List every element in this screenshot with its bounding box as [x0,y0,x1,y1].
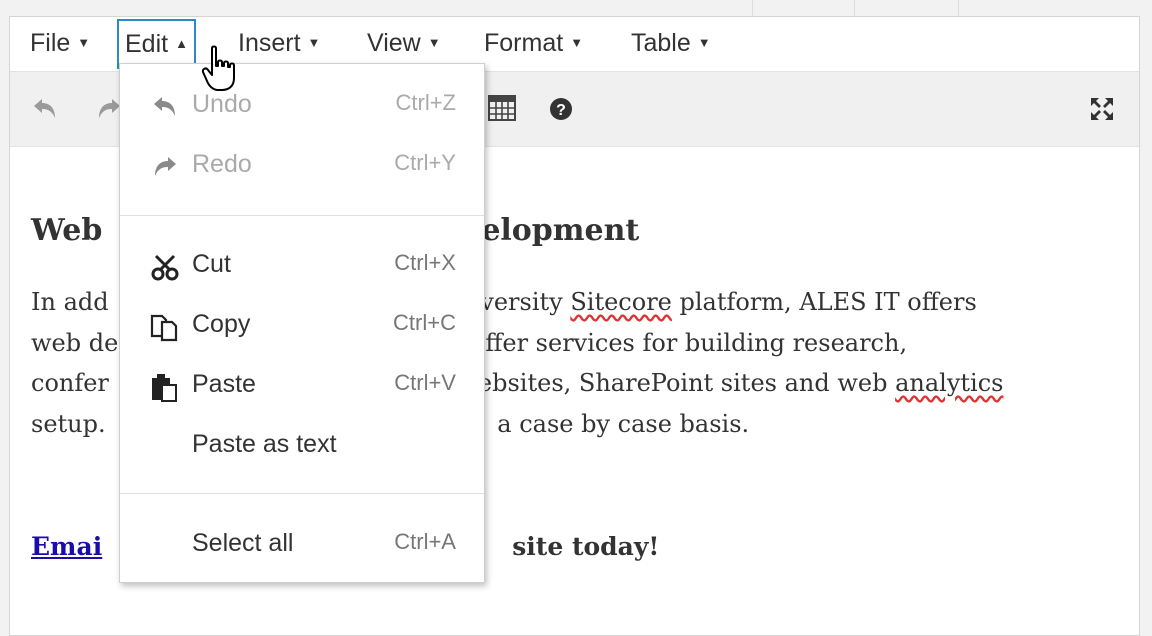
menu-item-shortcut: Ctrl+C [393,310,456,335]
para-text: In add [31,288,109,316]
menu-view-label: View [367,29,421,57]
svg-text:?: ? [556,102,566,119]
menu-item-label: Cut [192,250,231,278]
menu-item-label: Redo [192,150,252,178]
chevron-down-icon: ▼ [427,35,441,51]
copy-icon [148,310,182,344]
undo-icon [148,90,182,124]
para-text: iversity [472,288,571,316]
tab-divider [958,0,959,17]
chevron-down-icon: ▼ [307,35,321,51]
spellcheck-word[interactable]: Sitecore [570,288,672,316]
fullscreen-icon[interactable] [1085,92,1119,126]
scissors-icon [148,250,182,284]
redo-icon [148,150,182,184]
menu-item-shortcut: Ctrl+X [394,250,456,275]
para-text: confer [31,369,109,397]
menu-item-label: Paste [192,370,256,398]
menu-file-label: File [30,29,71,57]
menu-item-redo[interactable]: Redo Ctrl+Y [120,138,484,196]
menu-table[interactable]: Table ▼ [625,19,717,67]
para-text: setup. [31,409,106,438]
cta-text: site today! [512,532,660,561]
menu-item-shortcut: Ctrl+A [394,529,456,554]
heading-left: Web [31,213,103,248]
paste-icon [148,370,182,404]
edit-menu-dropdown: Undo Ctrl+Z Redo Ctrl+Y Cut Ctrl+X Copy … [119,63,485,583]
menu-insert[interactable]: Insert ▼ [232,19,326,67]
browser-tab-strip [0,0,1152,17]
menu-item-cut[interactable]: Cut Ctrl+X [120,238,484,296]
menu-format[interactable]: Format ▼ [478,19,589,67]
para-text: web de [31,328,119,357]
menu-item-paste-as-text[interactable]: Paste as text [120,418,484,476]
menu-edit[interactable]: Edit ▲ [117,19,196,69]
email-link[interactable]: Emai [31,532,102,561]
menu-table-label: Table [631,29,691,57]
menu-edit-label: Edit [125,30,169,58]
tab-divider [752,0,753,17]
menu-item-label: Copy [192,310,251,338]
chevron-down-icon: ▼ [570,35,584,51]
menu-view[interactable]: View ▼ [361,19,447,67]
menu-item-shortcut: Ctrl+Z [395,90,457,115]
menu-divider [120,493,484,494]
menu-item-select-all[interactable]: Select all Ctrl+A [120,517,484,575]
menu-divider [120,215,484,216]
menu-format-label: Format [484,29,564,57]
chevron-down-icon: ▼ [77,35,91,51]
tab-divider [854,0,855,17]
hand-cursor-icon [200,44,242,96]
menu-item-label: Select all [192,529,294,557]
heading-right: elopment [481,213,640,248]
para-text: ffer services for building research, [485,328,908,357]
menu-item-paste[interactable]: Paste Ctrl+V [120,358,484,416]
para-text: platform, ALES IT offers [671,288,977,316]
menu-item-shortcut: Ctrl+Y [394,150,456,175]
help-icon[interactable]: ? [544,92,578,126]
spellcheck-word[interactable]: analytics [895,369,1003,397]
menu-item-label: Paste as text [192,430,337,458]
menu-item-copy[interactable]: Copy Ctrl+C [120,298,484,356]
menu-file[interactable]: File ▼ [24,19,96,67]
chevron-up-icon: ▲ [175,36,188,52]
chevron-down-icon: ▼ [697,35,711,51]
table-icon[interactable] [485,92,519,126]
menu-item-undo[interactable]: Undo Ctrl+Z [120,78,484,136]
undo-icon[interactable] [28,92,62,126]
menu-item-shortcut: Ctrl+V [394,370,456,395]
para-text: ebsites, SharePoint sites and web [477,369,896,397]
para-text: a case by case basis. [489,409,750,438]
menu-insert-label: Insert [238,29,301,57]
